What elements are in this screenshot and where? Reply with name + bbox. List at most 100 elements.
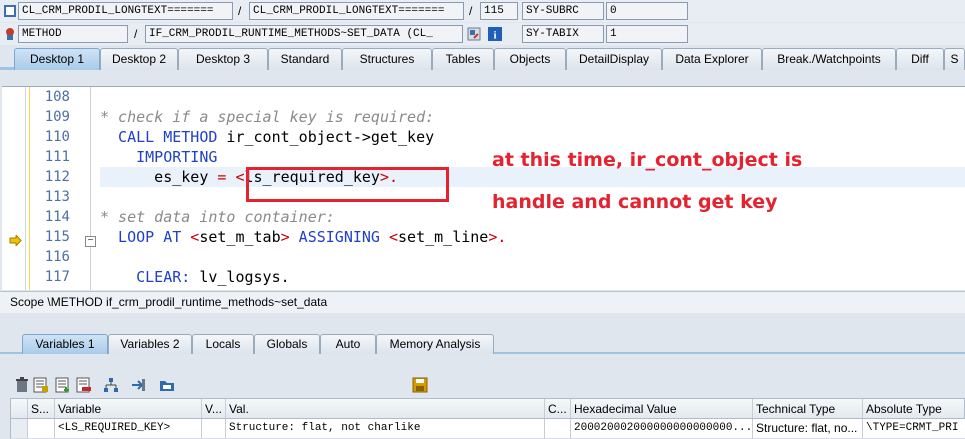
include-field[interactable]: CL_CRM_PRODIL_LONGTEXT======= bbox=[249, 2, 464, 20]
col-c[interactable]: C... bbox=[545, 399, 571, 418]
source-code-viewer[interactable]: 108 109 110 111 112 113 114 115 116 117 * check i… bbox=[2, 86, 965, 290]
row-selector[interactable] bbox=[11, 419, 28, 438]
code-token: < bbox=[226, 168, 245, 186]
cell-value[interactable]: Structure: flat, not charlike bbox=[226, 419, 545, 438]
cell-hex-value: 200020002000000000000000... bbox=[571, 419, 753, 438]
line-number: 112 bbox=[44, 169, 70, 185]
annotation-line-2: handle and cannot get key bbox=[492, 191, 778, 213]
table-row[interactable]: <LS_REQUIRED_KEY> Structure: flat, not c… bbox=[10, 419, 965, 439]
event-type-field[interactable]: METHOD bbox=[18, 25, 128, 43]
line-number-field[interactable]: 115 bbox=[480, 2, 518, 20]
breakpoint-column[interactable] bbox=[2, 87, 26, 290]
info-icon[interactable]: i bbox=[488, 27, 502, 41]
tab-locals[interactable]: Locals bbox=[192, 334, 254, 354]
code-token: * check if a special key is required: bbox=[100, 108, 435, 126]
line-number: 116 bbox=[44, 249, 70, 265]
code-line: LOOP AT <set_m_tab> ASSIGNING <set_m_lin… bbox=[100, 227, 965, 247]
tab-memory-analysis[interactable]: Memory Analysis bbox=[376, 334, 494, 354]
gutter-divider bbox=[29, 87, 30, 290]
cell-technical-type: Structure: flat, no... bbox=[753, 419, 863, 438]
tab-desktop-1[interactable]: Desktop 1 bbox=[14, 48, 100, 70]
remove-line-icon[interactable] bbox=[76, 377, 92, 393]
tab-desktop-2[interactable]: Desktop 2 bbox=[100, 48, 178, 70]
sysvar-value-field[interactable]: 1 bbox=[606, 25, 688, 43]
details-icon[interactable] bbox=[33, 377, 49, 393]
line-number: 114 bbox=[44, 209, 70, 225]
tab-standard[interactable]: Standard bbox=[268, 48, 342, 70]
new-line-icon[interactable] bbox=[55, 377, 71, 393]
code-token: CALL METHOD bbox=[100, 128, 218, 146]
code-token: < bbox=[379, 228, 399, 246]
separator: / bbox=[238, 4, 242, 18]
main-program-field[interactable]: CL_CRM_PRODIL_LONGTEXT======= bbox=[18, 2, 233, 20]
code-token: >. bbox=[488, 228, 507, 246]
tab-diff[interactable]: Diff bbox=[896, 48, 944, 70]
save-icon[interactable] bbox=[412, 377, 428, 393]
variables-tabbar: Variables 1 Variables 2 Locals Globals A… bbox=[0, 334, 965, 354]
code-token: ir_cont_object->get_key bbox=[217, 128, 435, 146]
tab-auto[interactable]: Auto bbox=[320, 334, 376, 354]
sysvar-value-field[interactable]: 0 bbox=[606, 2, 688, 20]
event-info-row: METHOD / IF_CRM_PRODIL_RUNTIME_METHODS~S… bbox=[0, 23, 965, 45]
code-token: IMPORTING bbox=[100, 148, 218, 166]
cell-variable[interactable]: <LS_REQUIRED_KEY> bbox=[55, 419, 202, 438]
tab-objects[interactable]: Objects bbox=[494, 48, 566, 70]
col-variable[interactable]: Variable bbox=[55, 399, 202, 418]
table-header: S... Variable V... Val. C... Hexadecimal… bbox=[10, 398, 965, 419]
code-token: LOOP AT bbox=[100, 228, 182, 246]
scope-line: Scope \METHOD if_crm_prodil_runtime_meth… bbox=[0, 291, 965, 313]
line-number: 111 bbox=[44, 149, 70, 165]
tab-overflow[interactable]: S bbox=[944, 48, 965, 70]
tab-data-explorer[interactable]: Data Explorer bbox=[662, 48, 762, 70]
hierarchy-icon[interactable] bbox=[103, 377, 119, 393]
tab-tables[interactable]: Tables bbox=[432, 48, 494, 70]
line-number: 117 bbox=[44, 269, 70, 285]
tab-structures[interactable]: Structures bbox=[342, 48, 432, 70]
col-hex-value[interactable]: Hexadecimal Value bbox=[571, 399, 753, 418]
line-number: 113 bbox=[44, 189, 70, 205]
desktop-tabbar: Desktop 1 Desktop 2 Desktop 3 Standard S… bbox=[0, 46, 965, 70]
code-token: * set data into container: bbox=[100, 208, 335, 226]
code-token: set_m_tab bbox=[199, 228, 281, 246]
code-token: > bbox=[280, 228, 290, 246]
tab-desktop-3[interactable]: Desktop 3 bbox=[178, 48, 268, 70]
col-technical-type[interactable]: Technical Type bbox=[753, 399, 863, 418]
folder-icon[interactable] bbox=[159, 377, 175, 393]
tab-variables-2[interactable]: Variables 2 bbox=[108, 334, 192, 354]
code-lines: * check if a special key is required: CA… bbox=[100, 87, 965, 287]
cell-status bbox=[28, 419, 55, 438]
annotation-line-1: at this time, ir_cont_object is bbox=[492, 149, 803, 171]
col-selector[interactable] bbox=[11, 399, 28, 418]
tab-variables-1[interactable]: Variables 1 bbox=[22, 334, 108, 354]
code-token: es_key bbox=[100, 168, 218, 186]
col-v[interactable]: V... bbox=[202, 399, 226, 418]
delete-icon[interactable] bbox=[14, 377, 30, 393]
event-name-field[interactable]: IF_CRM_PRODIL_RUNTIME_METHODS~SET_DATA (… bbox=[145, 25, 463, 43]
col-value[interactable]: Val. bbox=[226, 399, 545, 418]
sysvar-name-field[interactable]: SY-SUBRC bbox=[522, 2, 604, 20]
separator: / bbox=[469, 4, 473, 18]
sysvar-name-field[interactable]: SY-TABIX bbox=[522, 25, 604, 43]
col-absolute-type[interactable]: Absolute Type bbox=[863, 399, 965, 418]
program-info-row: CL_CRM_PRODIL_LONGTEXT======= / CL_CRM_P… bbox=[0, 0, 965, 22]
col-status[interactable]: S... bbox=[28, 399, 55, 418]
code-line: CLEAR: lv_logsys. bbox=[100, 267, 965, 287]
program-icon bbox=[4, 5, 16, 17]
cell-v bbox=[202, 419, 226, 438]
line-number: 109 bbox=[44, 109, 70, 125]
cell-c bbox=[545, 419, 571, 438]
code-line: CALL METHOD ir_cont_object->get_key bbox=[100, 127, 965, 147]
svg-text:i: i bbox=[493, 30, 496, 42]
fold-divider bbox=[90, 87, 91, 290]
code-token: CLEAR: bbox=[100, 268, 191, 286]
navigate-icon[interactable] bbox=[130, 377, 146, 393]
tab-detail-display[interactable]: DetailDisplay bbox=[566, 48, 662, 70]
collapse-icon[interactable]: − bbox=[85, 236, 96, 247]
tab-globals[interactable]: Globals bbox=[254, 334, 320, 354]
line-number: 108 bbox=[44, 89, 70, 105]
tab-breakpoints-watchpoints[interactable]: Break./Watchpoints bbox=[762, 48, 896, 70]
navigate-icon[interactable] bbox=[467, 27, 481, 41]
line-number: 110 bbox=[44, 129, 70, 145]
